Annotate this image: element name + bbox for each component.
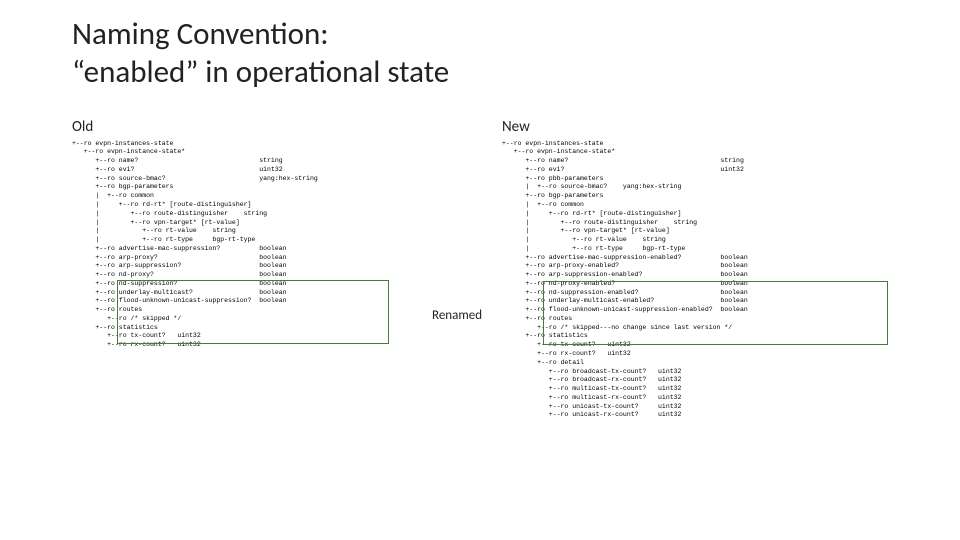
slide: Naming Convention: “enabled” in operatio…	[0, 0, 960, 540]
column-old: Old +--ro evpn-instances-state +--ro evp…	[72, 118, 482, 421]
columns: Old +--ro evpn-instances-state +--ro evp…	[72, 118, 960, 421]
highlight-box-new	[543, 281, 888, 345]
new-heading: New	[502, 118, 960, 136]
title-line-2: “enabled” in operational state	[72, 53, 449, 91]
renamed-label: Renamed	[432, 308, 482, 323]
old-heading: Old	[72, 118, 482, 136]
column-new: New +--ro evpn-instances-state +--ro evp…	[502, 118, 960, 421]
title-line-1: Naming Convention:	[72, 15, 329, 53]
slide-title: Naming Convention: “enabled” in operatio…	[72, 16, 960, 92]
highlight-box-old	[117, 280, 389, 344]
new-tree: +--ro evpn-instances-state +--ro evpn-in…	[502, 140, 960, 421]
